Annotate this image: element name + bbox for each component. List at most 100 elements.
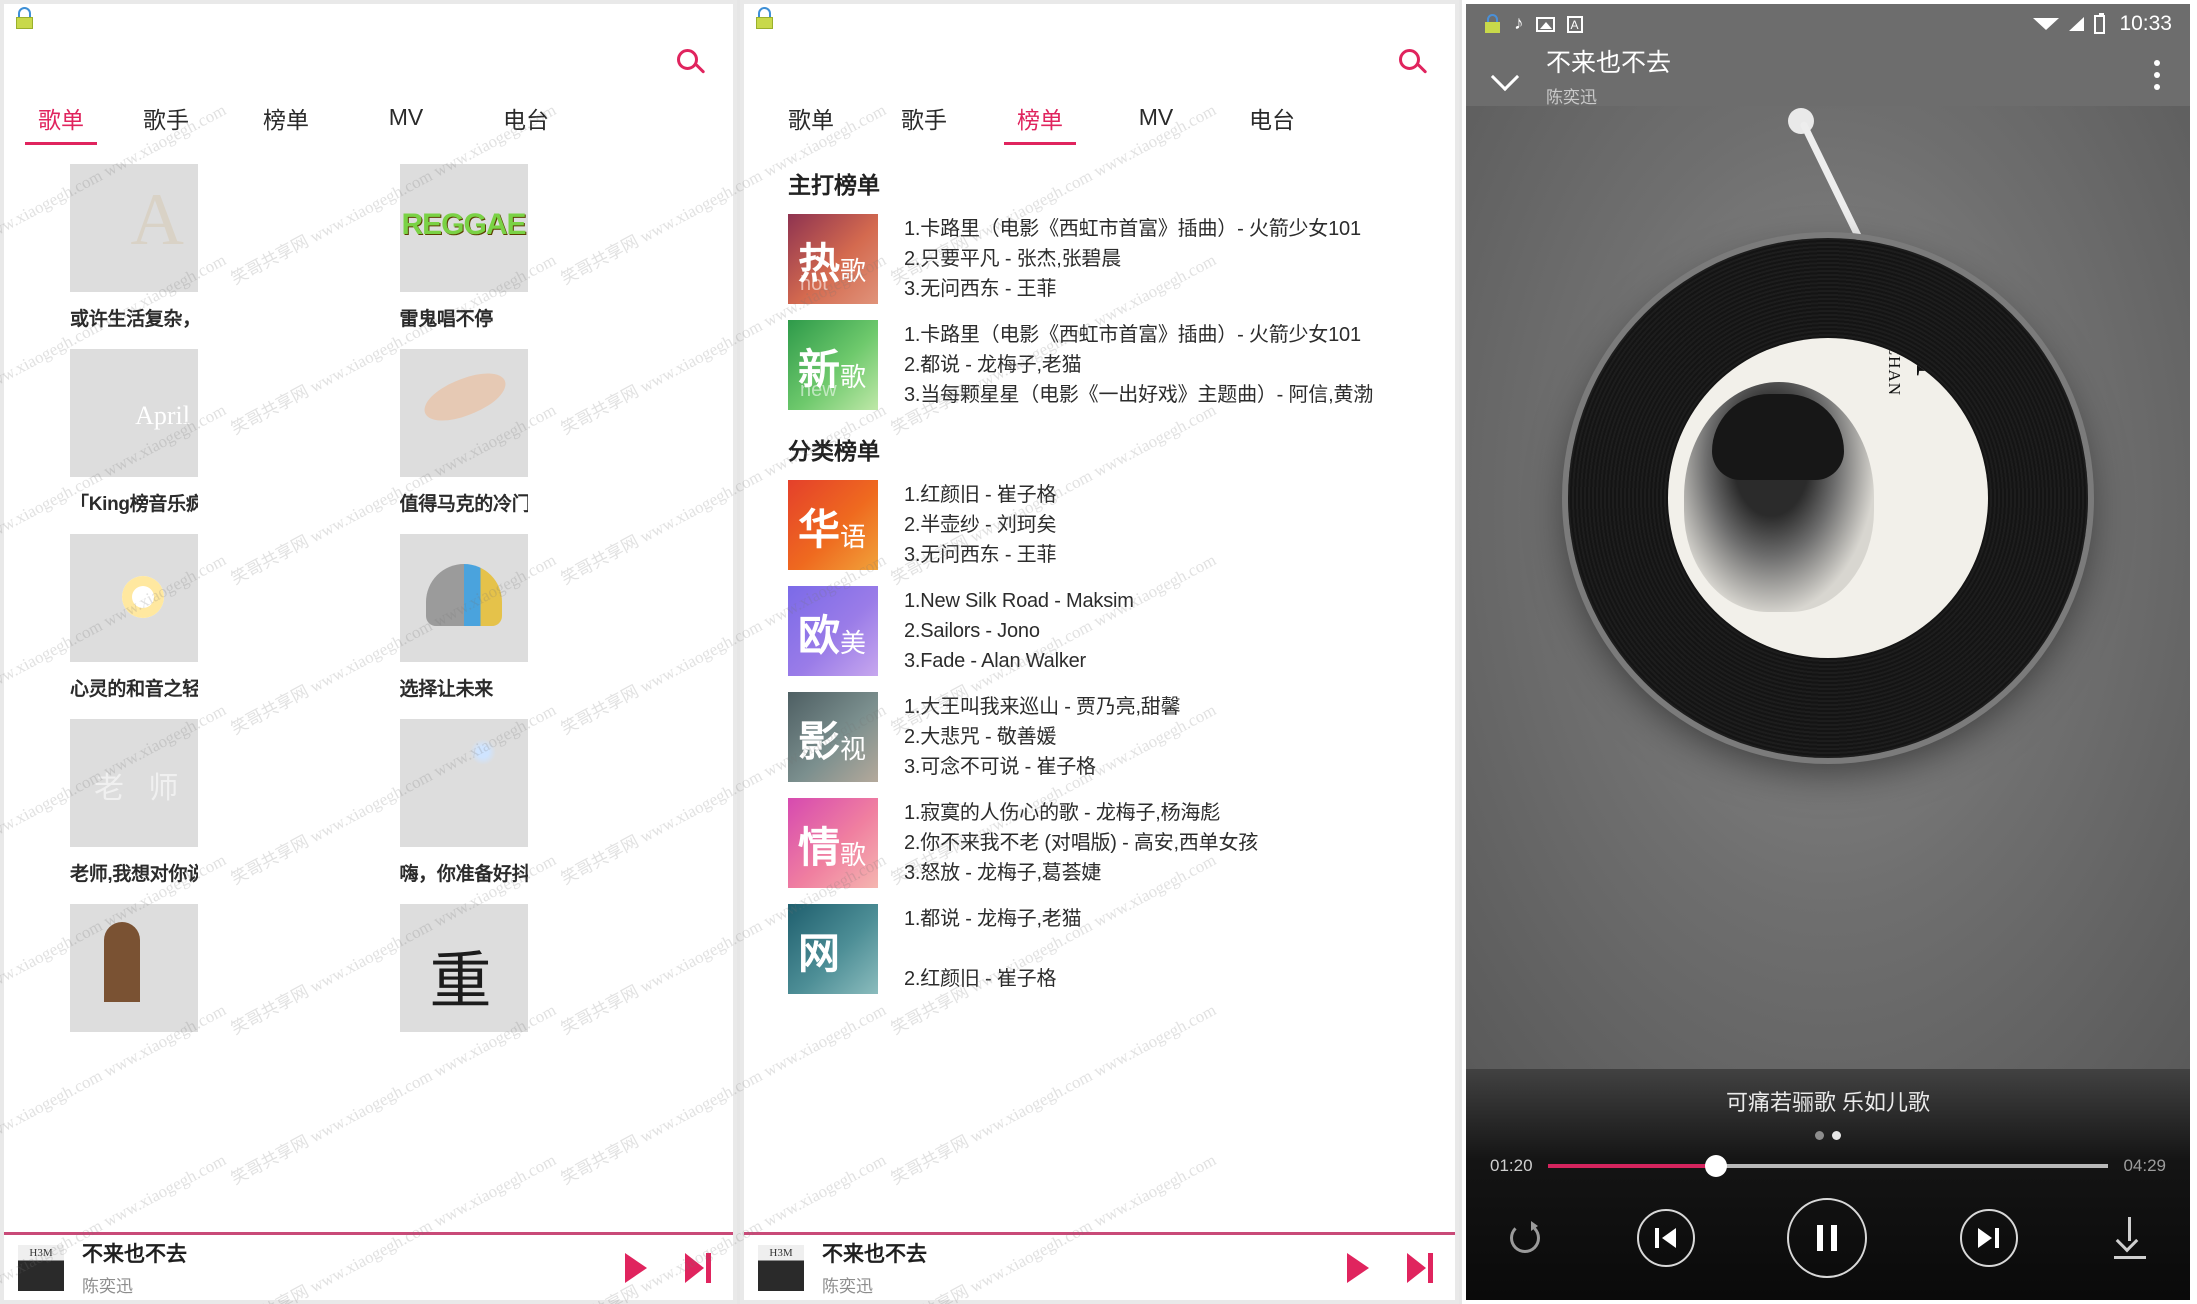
playlist-card[interactable] bbox=[399, 904, 528, 1032]
current-time: 01:20 bbox=[1490, 1156, 1533, 1175]
play-icon[interactable] bbox=[1347, 1252, 1369, 1283]
download-icon[interactable] bbox=[2110, 1217, 2150, 1259]
tab-diantai[interactable]: 电台 bbox=[1214, 90, 1330, 145]
vinyl-record: H3M EASON CHAN bbox=[1568, 238, 2088, 758]
playlist-card[interactable]: 嗨，你准备好抖… bbox=[399, 719, 528, 886]
cover-char-sub: 歌 bbox=[839, 256, 866, 286]
ranking-song[interactable]: 2.红颜旧 - 崔子格 bbox=[904, 964, 1455, 994]
tab-bangdan[interactable]: 榜单 bbox=[226, 90, 346, 145]
progress-knob[interactable] bbox=[1705, 1155, 1727, 1177]
ranking-song[interactable]: 1.卡路里（电影《西虹市首富》插曲）- 火箭少女101 bbox=[904, 214, 1455, 244]
playlist-card[interactable]: 心灵的和音之轻… bbox=[70, 534, 198, 701]
ranking-row[interactable]: 热 歌 hot 1.卡路里（电影《西虹市首富》插曲）- 火箭少女101 2.只要… bbox=[744, 214, 1455, 304]
playlist-cover bbox=[70, 349, 198, 477]
ranking-song[interactable]: 1.红颜旧 - 崔子格 bbox=[904, 480, 1455, 510]
album-label-main: H3M bbox=[1904, 338, 1966, 378]
search-icon[interactable] bbox=[1399, 49, 1429, 79]
playlist-cover bbox=[399, 534, 528, 662]
ranking-row[interactable]: 欧 美 1.New Silk Road - Maksim 2.Sailors -… bbox=[744, 586, 1455, 676]
ranking-songs: 1.寂寞的人伤心的歌 - 龙梅子,杨海彪 2.你不来我不老 (对唱版) - 高安… bbox=[878, 798, 1455, 888]
lyric-line[interactable]: 可痛若骊歌 乐如儿歌 bbox=[1466, 1085, 2190, 1117]
playlist-card[interactable]: 老师,我想对你说… bbox=[70, 719, 198, 886]
ranking-song[interactable]: 1.寂寞的人伤心的歌 - 龙梅子,杨海彪 bbox=[904, 798, 1455, 828]
cover-char-sub: 语 bbox=[839, 522, 866, 552]
tab-gedan[interactable]: 歌单 bbox=[16, 90, 106, 145]
progress-slider[interactable] bbox=[1548, 1155, 2108, 1177]
ranking-row[interactable]: 网 1.都说 - 龙梅子,老猫 2.红颜旧 - 崔子格 bbox=[744, 904, 1455, 994]
more-vertical-icon[interactable] bbox=[2154, 60, 2162, 90]
ranking-song[interactable]: 2.Sailors - Jono bbox=[904, 616, 1455, 646]
playlist-cover bbox=[399, 349, 528, 477]
ranking-cover: 华 语 bbox=[788, 480, 878, 570]
ranking-song[interactable]: 2.只要平凡 - 张杰,张碧晨 bbox=[904, 244, 1455, 274]
ranking-row[interactable]: 影 视 1.大王叫我来巡山 - 贾乃亮,甜馨 2.大悲咒 - 敬善媛 3.可念不… bbox=[744, 692, 1455, 782]
ranking-song[interactable]: 1.卡路里（电影《西虹市首富》插曲）- 火箭少女101 bbox=[904, 320, 1455, 350]
play-icon[interactable] bbox=[625, 1252, 647, 1283]
repeat-icon[interactable] bbox=[1506, 1219, 1544, 1257]
tab-gedan[interactable]: 歌单 bbox=[756, 90, 866, 145]
next-track-icon[interactable] bbox=[1959, 1209, 2018, 1267]
page-dot[interactable] bbox=[1815, 1131, 1824, 1140]
ranking-row[interactable]: 新 歌 new 1.卡路里（电影《西虹市首富》插曲）- 火箭少女101 2.都说… bbox=[744, 320, 1455, 410]
ranking-song[interactable]: 1.都说 - 龙梅子,老猫 bbox=[904, 904, 1455, 934]
transport-controls bbox=[1466, 1198, 2190, 1278]
playlist-card[interactable]: 雷鬼唱不停 bbox=[399, 164, 528, 331]
tab-geshou[interactable]: 歌手 bbox=[866, 90, 982, 145]
ranking-cover: 情 歌 bbox=[788, 798, 878, 888]
section-title-category: 分类榜单 bbox=[788, 438, 880, 464]
tab-geshou[interactable]: 歌手 bbox=[106, 90, 226, 145]
tab-mv[interactable]: MV bbox=[1098, 90, 1214, 145]
ranking-scroll[interactable]: 主打榜单 热 歌 hot 1.卡路里（电影《西虹市首富》插曲）- 火箭少女101… bbox=[744, 150, 1455, 1232]
mini-player-artist: 陈奕迅 bbox=[82, 1277, 133, 1296]
ranking-song[interactable]: 3.Fade - Alan Walker bbox=[904, 646, 1455, 676]
ranking-song[interactable]: 2.半壶纱 - 刘珂矣 bbox=[904, 510, 1455, 540]
playlist-card[interactable]: 值得马克的冷门… bbox=[399, 349, 528, 516]
battery-icon bbox=[2094, 12, 2106, 34]
ranking-song[interactable]: 3.无问西东 - 王菲 bbox=[904, 274, 1455, 304]
ranking-row[interactable]: 情 歌 1.寂寞的人伤心的歌 - 龙梅子,杨海彪 2.你不来我不老 (对唱版) … bbox=[744, 798, 1455, 888]
playlist-grid-scroll[interactable]: 或许生活复杂，… 雷鬼唱不停 「King榜音乐疯… 值得马克的冷门… 心灵的和音… bbox=[4, 150, 733, 1232]
playlist-card[interactable]: 选择让未来 bbox=[399, 534, 528, 701]
playlist-title: 选择让未来 bbox=[399, 679, 494, 700]
turntable-area: H3M EASON CHAN bbox=[1466, 106, 2190, 1069]
mini-player-2[interactable]: 不来也不去 陈奕迅 bbox=[744, 1232, 1455, 1300]
signal-icon bbox=[2069, 17, 2085, 31]
previous-track-icon[interactable] bbox=[1636, 1209, 1695, 1267]
mini-player-1[interactable]: 不来也不去 陈奕迅 bbox=[4, 1232, 733, 1300]
ranking-song[interactable]: 2.都说 - 龙梅子,老猫 bbox=[904, 350, 1455, 380]
next-track-icon[interactable] bbox=[685, 1252, 711, 1283]
cover-char-sub: 视 bbox=[839, 734, 866, 764]
ranking-cover: 欧 美 bbox=[788, 586, 878, 676]
playlist-card[interactable]: 或许生活复杂，… bbox=[70, 164, 198, 331]
next-track-icon[interactable] bbox=[1407, 1252, 1433, 1283]
ranking-song[interactable]: 1.New Silk Road - Maksim bbox=[904, 586, 1455, 616]
mini-player-meta: 不来也不去 陈奕迅 bbox=[82, 1238, 625, 1297]
page-indicator bbox=[1466, 1131, 2190, 1140]
ranking-cover: 热 歌 hot bbox=[788, 214, 878, 304]
ranking-song[interactable]: 3.可念不可说 - 崔子格 bbox=[904, 752, 1455, 782]
ranking-song[interactable]: 3.怒放 - 龙梅子,葛荟婕 bbox=[904, 858, 1455, 888]
ranking-song[interactable]: 2.大悲咒 - 敬善媛 bbox=[904, 722, 1455, 752]
playlist-title: 「King榜音乐疯… bbox=[70, 494, 198, 515]
pause-icon[interactable] bbox=[1787, 1198, 1867, 1278]
lock-icon bbox=[14, 7, 36, 31]
tab-bangdan[interactable]: 榜单 bbox=[982, 90, 1098, 145]
tab-mv[interactable]: MV bbox=[346, 90, 466, 145]
album-art-label: H3M EASON CHAN bbox=[1668, 338, 1988, 658]
playlist-card[interactable]: 「King榜音乐疯… bbox=[70, 349, 198, 516]
page-dot-active[interactable] bbox=[1832, 1131, 1841, 1140]
ranking-song[interactable]: 3.当每颗星星（电影《一出好戏》主题曲）- 阿信,黄渤 bbox=[904, 380, 1455, 410]
ranking-song[interactable]: 2.你不来我不老 (对唱版) - 高安,西单女孩 bbox=[904, 828, 1455, 858]
ranking-row[interactable]: 华 语 1.红颜旧 - 崔子格 2.半壶纱 - 刘珂矣 3.无问西东 - 王菲 bbox=[744, 480, 1455, 570]
search-icon[interactable] bbox=[677, 49, 707, 79]
ranking-song[interactable]: 1.大王叫我来巡山 - 贾乃亮,甜馨 bbox=[904, 692, 1455, 722]
tab-diantai[interactable]: 电台 bbox=[466, 90, 586, 145]
playlist-card[interactable] bbox=[70, 904, 198, 1032]
chevron-down-icon[interactable] bbox=[1488, 58, 1522, 92]
now-playing-titles: 不来也不去 陈奕迅 bbox=[1546, 43, 2154, 108]
android-status-bar: ♪ A 10:33 bbox=[1466, 4, 2190, 44]
ranking-song[interactable]: 3.无问西东 - 王菲 bbox=[904, 540, 1455, 570]
input-method-icon: A bbox=[1566, 15, 1583, 33]
panel-now-playing: ♪ A 10:33 不来也不去 陈奕迅 可痛若骊歌 乐如儿歌 01:20 04:… bbox=[1462, 0, 2194, 1304]
now-playing-screen: ♪ A 10:33 不来也不去 陈奕迅 可痛若骊歌 乐如儿歌 01:20 04:… bbox=[1466, 4, 2190, 1300]
